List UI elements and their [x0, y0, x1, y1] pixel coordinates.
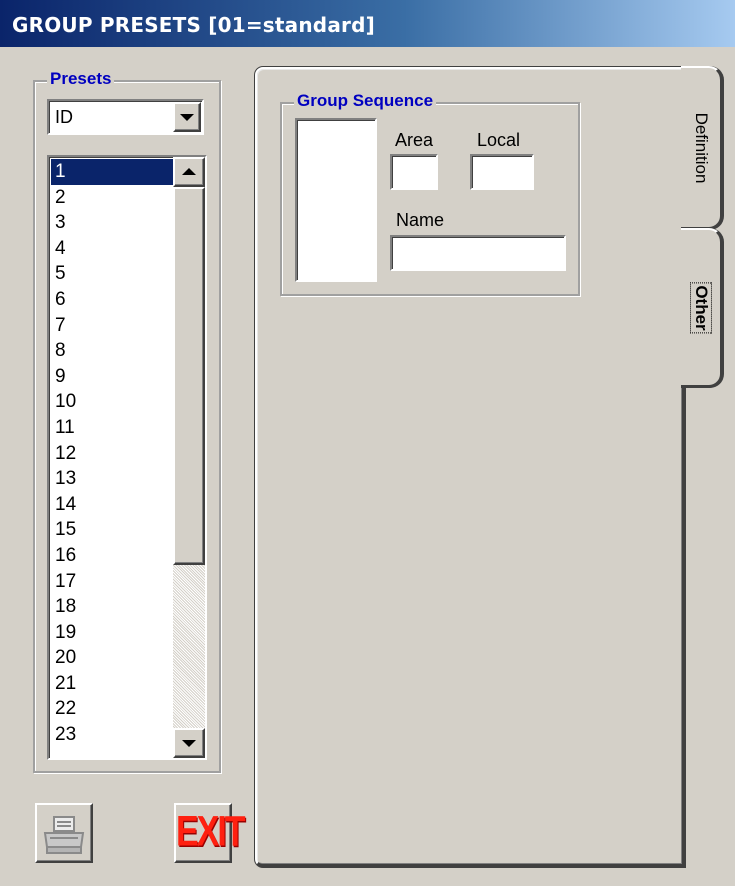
list-item[interactable]: 7: [51, 313, 173, 339]
list-item[interactable]: 12: [51, 441, 173, 467]
presets-listbox[interactable]: 1 2 3 4 5 6 7 8 9 10 11 12 13 14 15 16 17 18 19 20 21 22 23: [47, 155, 207, 760]
area-label: Area: [395, 130, 434, 150]
exit-button[interactable]: EXIT: [174, 803, 246, 863]
printer-icon: [43, 816, 85, 854]
group-sequence-legend: Group Sequence: [294, 91, 437, 111]
presets-list: 1 2 3 4 5 6 7 8 9 10 11 12 13 14 15 16 17 18 19 20 21 22 23: [51, 159, 173, 748]
arrow-up-icon: [182, 168, 196, 175]
name-input[interactable]: [390, 235, 566, 271]
presets-sort-value: ID: [55, 107, 73, 127]
arrow-down-icon: [182, 740, 196, 747]
name-label: Name: [396, 210, 445, 230]
list-item[interactable]: 17: [51, 569, 173, 595]
window-title-bar: GROUP PRESETS [01=standard]: [0, 0, 735, 47]
tab-definition-label: Definition: [691, 112, 711, 183]
list-item[interactable]: 5: [51, 261, 173, 287]
scroll-up-button[interactable]: [173, 157, 205, 187]
tab-other-label: Other: [690, 280, 711, 335]
scroll-thumb[interactable]: [173, 187, 205, 565]
list-item[interactable]: 4: [51, 236, 173, 262]
list-item[interactable]: 19: [51, 620, 173, 646]
presets-legend: Presets: [47, 69, 115, 89]
tab-other[interactable]: Other: [681, 228, 723, 388]
list-item[interactable]: 2: [51, 185, 173, 211]
list-item[interactable]: 16: [51, 543, 173, 569]
list-item[interactable]: 15: [51, 517, 173, 543]
presets-sort-select[interactable]: ID: [47, 99, 204, 135]
chevron-down-icon: [180, 114, 194, 121]
list-item[interactable]: 1: [51, 159, 173, 185]
list-item[interactable]: 18: [51, 594, 173, 620]
scroll-down-button[interactable]: [173, 728, 205, 758]
list-item[interactable]: 13: [51, 466, 173, 492]
window-title: GROUP PRESETS [01=standard]: [12, 13, 375, 37]
exit-label: EXIT: [176, 808, 246, 856]
tab-definition[interactable]: Definition: [681, 66, 723, 230]
list-item[interactable]: 21: [51, 671, 173, 697]
list-item[interactable]: 3: [51, 210, 173, 236]
group-sequence-list[interactable]: [295, 118, 377, 282]
area-input[interactable]: [390, 154, 438, 190]
print-button[interactable]: [35, 803, 93, 863]
list-item[interactable]: 23: [51, 722, 173, 748]
list-item[interactable]: 8: [51, 338, 173, 364]
local-label: Local: [477, 130, 521, 150]
dropdown-button[interactable]: [173, 102, 201, 132]
list-item[interactable]: 20: [51, 645, 173, 671]
local-input[interactable]: [470, 154, 534, 190]
list-item[interactable]: 10: [51, 389, 173, 415]
list-item[interactable]: 6: [51, 287, 173, 313]
list-item[interactable]: 11: [51, 415, 173, 441]
list-item[interactable]: 14: [51, 492, 173, 518]
presets-scrollbar[interactable]: [173, 157, 205, 758]
list-item[interactable]: 22: [51, 696, 173, 722]
list-item[interactable]: 9: [51, 364, 173, 390]
